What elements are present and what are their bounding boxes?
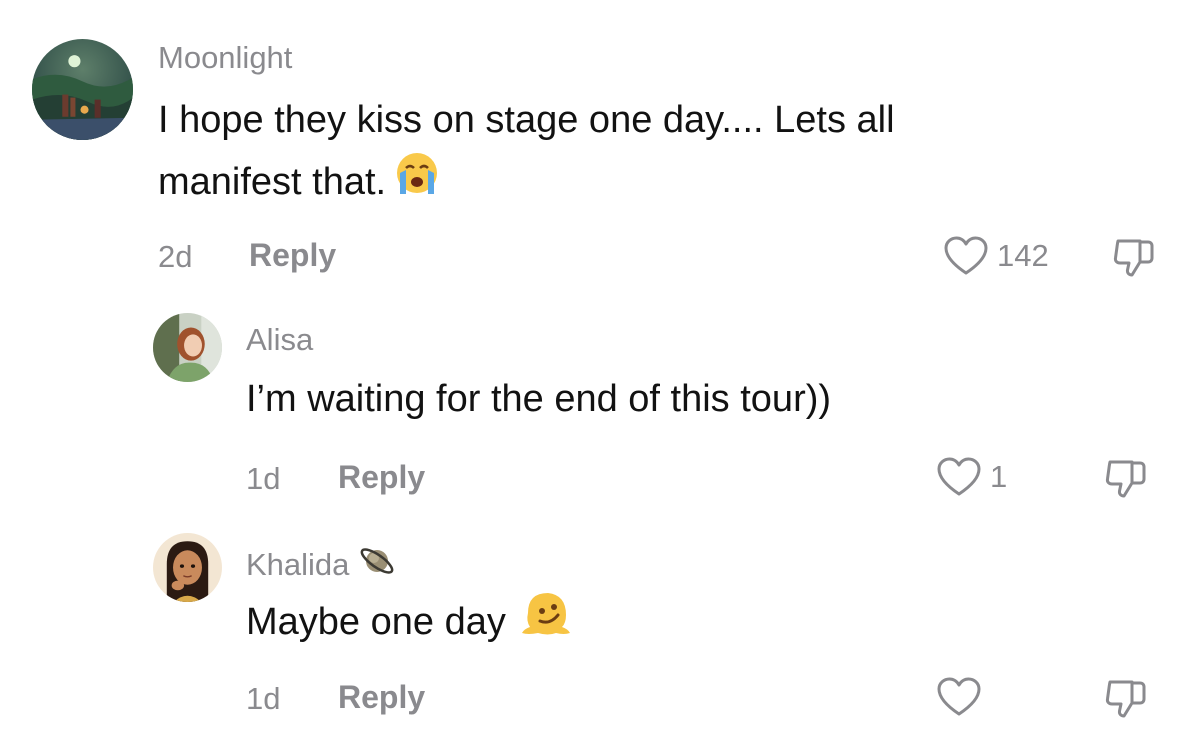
heart-outline-icon xyxy=(943,236,989,276)
comment-text: I hope they kiss on stage one day.... Le… xyxy=(158,90,895,214)
thumbs-down-outline-icon xyxy=(1104,459,1148,499)
comment-text-line-1: I hope they kiss on stage one day.... Le… xyxy=(158,99,895,141)
avatar[interactable] xyxy=(32,39,133,140)
crying-face-icon xyxy=(394,150,440,214)
avatar[interactable] xyxy=(153,533,222,602)
melting-face-icon xyxy=(520,589,572,655)
ringed-planet-icon xyxy=(357,542,397,588)
username[interactable]: Khalida xyxy=(246,542,397,588)
comment-text-line-2: manifest that. xyxy=(158,150,895,214)
heart-outline-icon xyxy=(936,677,982,717)
thumbs-down-outline-icon xyxy=(1112,238,1156,278)
username-text: Khalida xyxy=(246,547,350,582)
comment-text: I’m waiting for the end of this tour)) xyxy=(246,378,832,420)
like-button[interactable]: 1 xyxy=(936,457,1007,497)
like-button[interactable] xyxy=(936,677,990,717)
reply-button[interactable]: Reply xyxy=(249,237,336,274)
comment-age: 1d xyxy=(246,681,281,716)
like-count: 142 xyxy=(997,238,1049,273)
reply-button[interactable]: Reply xyxy=(338,679,425,716)
like-button[interactable]: 142 xyxy=(943,236,1049,276)
comment-text-content: Maybe one day xyxy=(246,601,506,643)
like-count: 1 xyxy=(990,459,1008,494)
username[interactable]: Alisa xyxy=(246,322,313,358)
dislike-button[interactable] xyxy=(1112,238,1156,278)
avatar[interactable] xyxy=(153,313,222,382)
comment-text-line-2-text: manifest that. xyxy=(158,161,387,203)
comment-text: Maybe one day xyxy=(246,589,572,655)
comment-age: 1d xyxy=(246,461,281,496)
dislike-button[interactable] xyxy=(1104,459,1148,499)
dislike-button[interactable] xyxy=(1104,679,1148,719)
heart-outline-icon xyxy=(936,457,982,497)
thumbs-down-outline-icon xyxy=(1104,679,1148,719)
username[interactable]: Moonlight xyxy=(158,40,292,76)
comment-age: 2d xyxy=(158,239,193,274)
reply-button[interactable]: Reply xyxy=(338,459,425,496)
